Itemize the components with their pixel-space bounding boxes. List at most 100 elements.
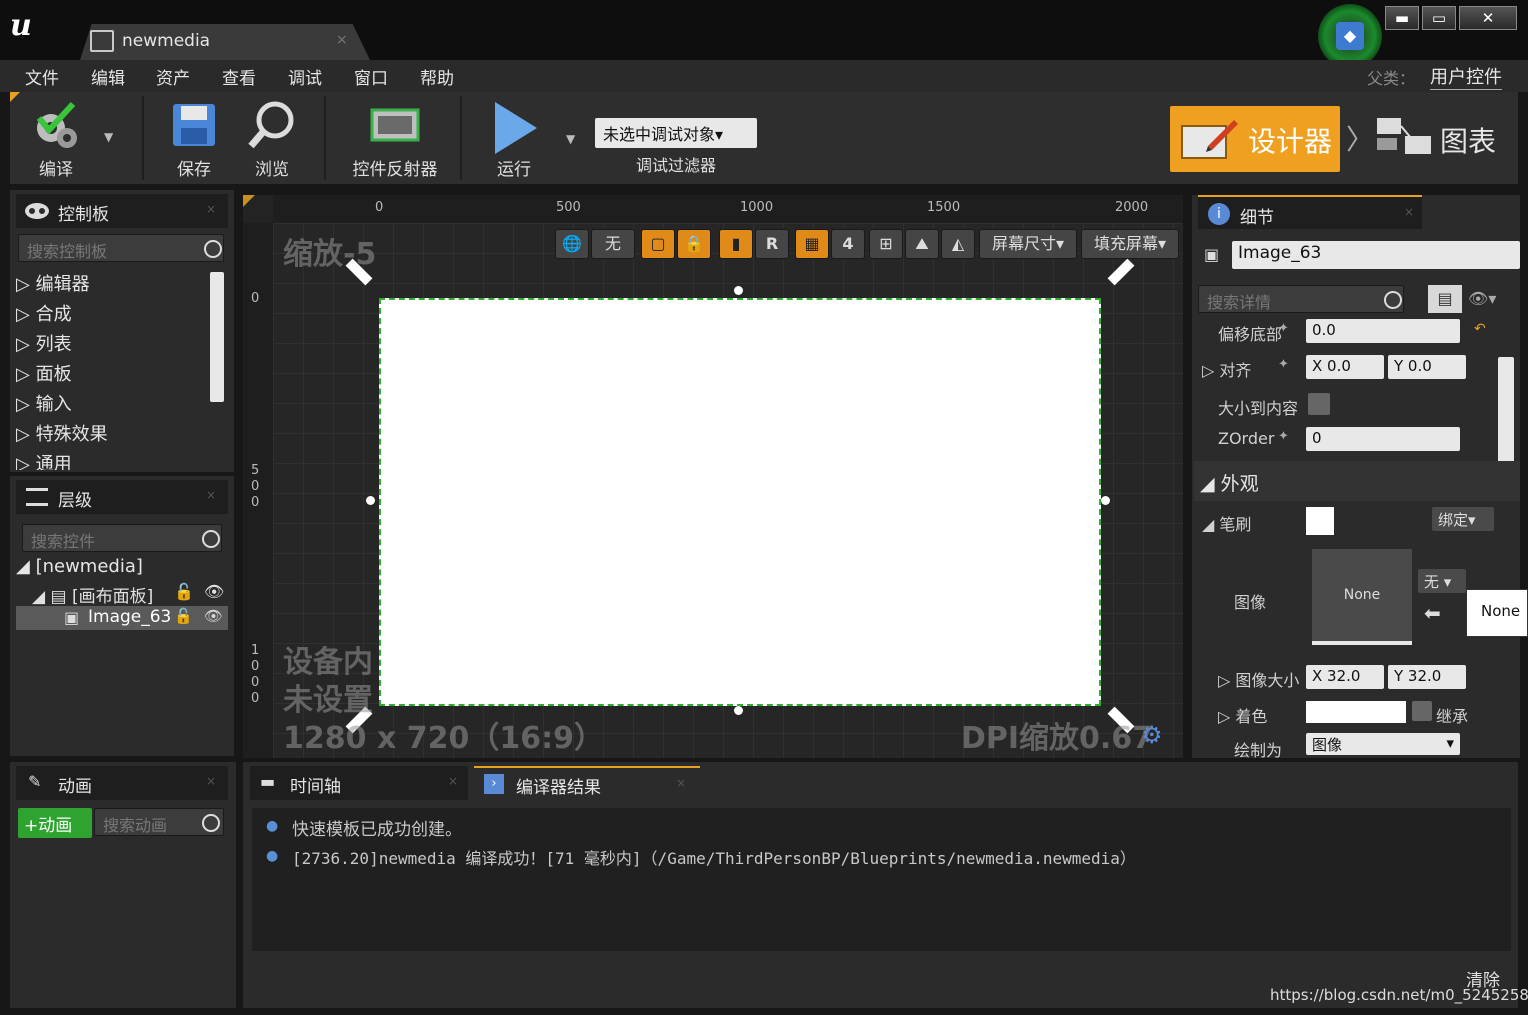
palette-category-common[interactable]: ▷ 通用 [16, 450, 72, 470]
hierarchy-image-item[interactable]: ▣ Image_63 🔓 👁 [16, 606, 228, 630]
background-image-icon[interactable]: ⛰ [905, 229, 939, 259]
browse-button[interactable]: 浏览 [234, 92, 310, 184]
menu-edit[interactable]: 编辑 [91, 64, 125, 89]
resize-handle[interactable] [734, 286, 743, 295]
draw-as-dropdown[interactable]: 图像 ▾ [1306, 733, 1460, 755]
tab-close-icon[interactable]: × [448, 774, 458, 788]
layout-icon[interactable]: ▮ [719, 229, 753, 259]
save-button[interactable]: 保存 [156, 92, 232, 184]
details-search-input[interactable]: 搜索详情 [1198, 285, 1404, 313]
palette-close-icon[interactable]: × [206, 202, 216, 216]
palette-search-input[interactable]: 搜索控制板 [18, 234, 224, 262]
size-to-content-checkbox[interactable] [1308, 393, 1330, 415]
tab-close-icon[interactable]: × [676, 776, 686, 790]
visibility-filter-eye-icon[interactable]: 👁▾ [1468, 289, 1496, 308]
source-control-status[interactable]: ◆ [1318, 4, 1382, 68]
maximize-button[interactable]: ▭ [1422, 6, 1456, 30]
hierarchy-canvas-item[interactable]: ◢ ▤ [画布面板] [32, 582, 153, 607]
run-options-chevron-icon[interactable]: ▼ [566, 132, 575, 146]
compile-options-chevron-icon[interactable]: ▼ [104, 130, 113, 144]
widget-name-field[interactable]: Image_63 [1232, 241, 1520, 269]
palette-category-list[interactable]: ▷ 列表 [16, 330, 72, 356]
zorder-field[interactable]: 0 [1306, 427, 1460, 451]
grid-snap-icon[interactable]: ▦ [795, 229, 829, 259]
localization-none-button[interactable]: 无 [591, 229, 635, 259]
zoom-to-fit-icon[interactable]: ⊞ [869, 229, 903, 259]
appearance-category[interactable]: ◢ 外观 [1194, 461, 1520, 501]
lock-icon[interactable]: 🔓 [174, 582, 194, 601]
brush-label[interactable]: ◢ 笔刷 [1202, 511, 1251, 535]
alignment-label[interactable]: ▷ 对齐 [1202, 357, 1251, 381]
designer-viewport[interactable]: 0 500 1000 1500 2000 0 5 0 0 1 0 0 0 缩放-… [243, 195, 1183, 758]
palette-scrollbar[interactable] [210, 272, 224, 402]
lock-icon[interactable]: 🔓 [174, 607, 193, 625]
details-close-icon[interactable]: × [1404, 205, 1414, 219]
watermark-url: https://blog.csdn.net/m0_52452585 [1270, 986, 1528, 1004]
resize-handle[interactable] [734, 706, 743, 715]
palette-category-panel[interactable]: ▷ 面板 [16, 360, 72, 386]
menu-view[interactable]: 查看 [222, 64, 256, 89]
close-button[interactable]: ✕ [1459, 6, 1517, 30]
palette-category-composite[interactable]: ▷ 合成 [16, 300, 72, 326]
document-tab[interactable]: newmedia × [80, 24, 370, 60]
dpi-settings-gear-icon[interactable]: ⚙ [1141, 721, 1163, 749]
palette-category-input[interactable]: ▷ 输入 [16, 390, 72, 416]
globe-icon[interactable]: 🌐 [555, 229, 589, 259]
alignment-y-field[interactable]: Y 0.0 [1388, 355, 1466, 379]
offset-bottom-field[interactable]: 0.0 [1306, 319, 1460, 343]
visibility-eye-icon[interactable]: 👁 [204, 582, 224, 601]
inherit-checkbox[interactable] [1412, 701, 1432, 721]
fill-screen-dropdown[interactable]: 填充屏幕▾ [1081, 229, 1179, 259]
bind-dropdown[interactable]: 绑定▾ [1432, 507, 1494, 531]
menu-file[interactable]: 文件 [25, 64, 59, 89]
tab-close-icon[interactable]: × [336, 32, 348, 48]
add-animation-button[interactable]: +动画 [18, 808, 92, 838]
brush-color-swatch[interactable] [1306, 507, 1334, 535]
palette-category-editor[interactable]: ▷ 编辑器 [16, 270, 90, 296]
menu-debug[interactable]: 调试 [288, 64, 322, 89]
tab-timeline[interactable]: ▬ 时间轴 × [250, 766, 468, 800]
run-button[interactable]: 运行 [476, 92, 552, 184]
ruler-tick-label: 500 [556, 200, 581, 215]
grid-size-button[interactable]: 4 [831, 229, 865, 259]
reset-to-default-icon[interactable]: ↶ [1474, 321, 1486, 337]
parent-class-link[interactable]: 用户控件 [1430, 63, 1502, 90]
widget-blueprint-icon [90, 30, 114, 52]
lock-icon[interactable]: 🔒 [677, 229, 711, 259]
animation-close-icon[interactable]: × [206, 774, 216, 788]
resize-handle[interactable] [366, 496, 375, 505]
screen-size-dropdown[interactable]: 屏幕尺寸▾ [979, 229, 1077, 259]
hierarchy-close-icon[interactable]: × [206, 488, 216, 502]
resize-handle[interactable] [1101, 496, 1110, 505]
compile-button[interactable]: 编译 [16, 92, 96, 184]
graph-label[interactable]: 图表 [1440, 120, 1496, 160]
tint-color-swatch[interactable] [1306, 701, 1406, 723]
image-widget-preview[interactable] [379, 298, 1101, 706]
menu-help[interactable]: 帮助 [420, 64, 454, 89]
respect-locks-button[interactable]: R [755, 229, 789, 259]
flip-direction-icon[interactable]: ◭ [941, 229, 975, 259]
image-size-y-field[interactable]: Y 32.0 [1388, 665, 1466, 689]
minimize-button[interactable]: ▬ [1385, 6, 1419, 30]
menu-window[interactable]: 窗口 [354, 64, 388, 89]
widget-reflector-button[interactable]: 控件反射器 [340, 92, 450, 184]
debug-object-dropdown[interactable]: 未选中调试对象▾ [595, 118, 757, 148]
alignment-x-field[interactable]: X 0.0 [1306, 355, 1384, 379]
property-matrix-icon[interactable]: ▤ [1428, 285, 1462, 313]
visibility-eye-icon[interactable]: 👁 [204, 607, 223, 625]
tint-label[interactable]: ▷ 着色 [1218, 703, 1267, 727]
designer-mode-button[interactable]: 设计器 [1170, 106, 1340, 172]
graph-mode-button[interactable] [1375, 116, 1433, 156]
image-asset-none-label: None [1343, 587, 1381, 603]
hierarchy-search-input[interactable]: 搜索控件 [22, 524, 222, 552]
outline-toggle-icon[interactable]: ▢ [641, 229, 675, 259]
palette-category-special-effects[interactable]: ▷ 特殊效果 [16, 420, 108, 446]
tab-compiler-results[interactable]: › 编译器结果 × [474, 766, 700, 800]
use-selected-arrow-icon[interactable]: ⬅ [1424, 601, 1441, 625]
menu-asset[interactable]: 资产 [156, 64, 190, 89]
hierarchy-root-item[interactable]: ◢ [newmedia] [16, 556, 143, 577]
image-size-x-field[interactable]: X 32.0 [1306, 665, 1384, 689]
image-asset-dropdown[interactable]: 无 ▾ [1418, 569, 1466, 593]
image-asset-thumbnail[interactable]: None [1312, 549, 1412, 645]
image-size-label[interactable]: ▷ 图像大小 [1218, 667, 1299, 691]
